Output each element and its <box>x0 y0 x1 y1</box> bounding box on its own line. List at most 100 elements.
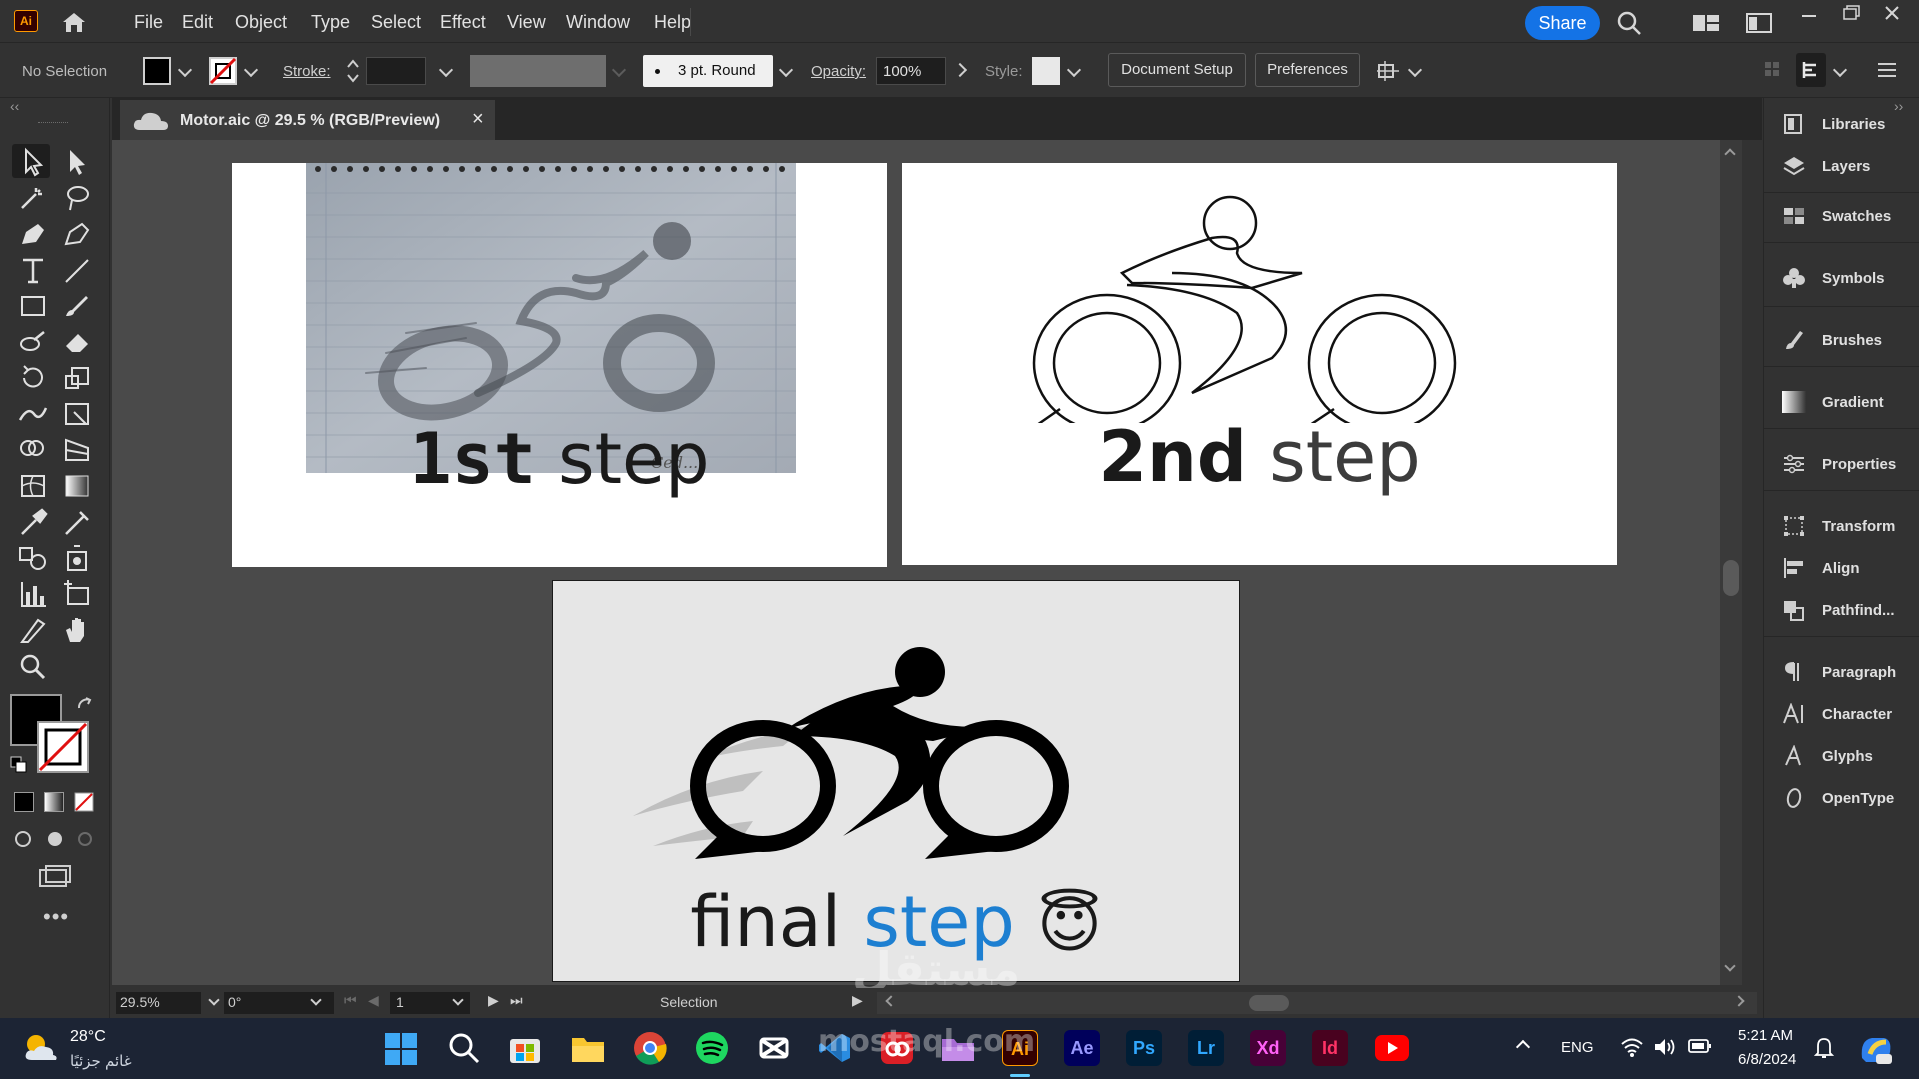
panel-transform[interactable]: Transform <box>1782 512 1914 542</box>
previous-artboard-icon[interactable]: ◀ <box>368 992 379 1009</box>
stroke-weight-dropdown-icon[interactable] <box>438 62 454 78</box>
shaper-tool-icon[interactable] <box>16 326 50 358</box>
eyedropper-tool-icon[interactable] <box>16 506 50 538</box>
paintbrush-tool-icon[interactable] <box>60 290 94 322</box>
panel-gradient[interactable]: Gradient <box>1782 388 1914 418</box>
style-dropdown-icon[interactable] <box>1066 62 1082 78</box>
photoshop-icon[interactable]: Ps <box>1126 1030 1162 1066</box>
align-grid-icon[interactable] <box>1764 61 1780 77</box>
clock-date[interactable]: 6/8/2024 <box>1738 1051 1796 1068</box>
horizontal-scrollbar[interactable] <box>877 992 1757 1014</box>
opacity-arrow-icon[interactable] <box>952 62 968 78</box>
color-mode-icon[interactable] <box>14 792 34 812</box>
hand-tool-icon[interactable] <box>60 614 94 646</box>
show-hidden-icons-icon[interactable] <box>1515 1039 1531 1055</box>
symbol-sprayer-tool-icon[interactable] <box>60 542 94 574</box>
artboard-second-step[interactable]: 2nd step <box>902 163 1617 565</box>
panel-opentype[interactable]: OpenType <box>1782 784 1914 814</box>
wifi-icon[interactable] <box>1620 1036 1644 1058</box>
chrome-icon[interactable] <box>633 1031 667 1065</box>
collapse-tools-icon[interactable]: ‹‹ <box>10 98 19 114</box>
xd-icon[interactable]: Xd <box>1250 1030 1286 1066</box>
width-tool-icon[interactable] <box>16 398 50 430</box>
zoom-dropdown-icon[interactable] <box>208 994 220 1006</box>
menu-edit[interactable]: Edit <box>182 12 213 33</box>
blend-tool-icon[interactable] <box>16 542 50 574</box>
arrange-dropdown-icon[interactable] <box>1407 62 1423 78</box>
panel-align[interactable]: Align <box>1782 554 1914 584</box>
panel-menu-icon[interactable] <box>1877 61 1897 79</box>
type-tool-icon[interactable] <box>16 254 50 286</box>
menu-type[interactable]: Type <box>311 12 350 33</box>
spotify-icon[interactable] <box>695 1031 729 1065</box>
copilot-icon[interactable] <box>1858 1032 1894 1066</box>
vertical-scrollbar[interactable] <box>1720 140 1742 985</box>
stroke-swatch-large[interactable] <box>36 720 90 774</box>
stroke-color-swatch[interactable] <box>209 57 237 85</box>
scroll-left-icon[interactable] <box>885 995 897 1007</box>
artboard-first-step[interactable]: Ced... 1st step <box>232 163 887 567</box>
stroke-dropdown-icon[interactable] <box>243 62 259 78</box>
panel-glyphs[interactable]: Glyphs <box>1782 742 1914 772</box>
panel-paragraph[interactable]: Paragraph <box>1782 658 1914 688</box>
zoom-field[interactable]: 29.5% <box>116 992 201 1014</box>
horizontal-scroll-thumb[interactable] <box>1249 995 1289 1011</box>
restore-icon[interactable] <box>1843 5 1861 21</box>
close-window-icon[interactable] <box>1884 5 1900 21</box>
draw-modes-icon[interactable] <box>12 828 100 850</box>
panel-character[interactable]: Character <box>1782 700 1914 730</box>
slice-tool-icon[interactable] <box>16 614 50 646</box>
document-setup-button[interactable]: Document Setup <box>1108 53 1246 87</box>
menu-object[interactable]: Object <box>235 12 287 33</box>
clock-time[interactable]: 5:21 AM <box>1738 1027 1793 1044</box>
arrange-documents-icon[interactable] <box>1692 12 1720 34</box>
shape-builder-tool-icon[interactable] <box>16 434 50 466</box>
brush-dropdown-icon[interactable] <box>778 62 794 78</box>
brush-definition-field[interactable]: 3 pt. Round <box>643 55 773 87</box>
gradient-tool-icon[interactable] <box>60 470 94 502</box>
panel-properties[interactable]: Properties <box>1782 450 1914 480</box>
battery-icon[interactable] <box>1688 1038 1712 1054</box>
status-menu-icon[interactable]: ▶ <box>852 992 863 1009</box>
default-fill-stroke-icon[interactable] <box>10 756 28 774</box>
gradient-mode-icon[interactable] <box>44 792 64 812</box>
next-artboard-icon[interactable]: ▶ <box>488 992 499 1009</box>
arrange-icon[interactable] <box>1375 59 1401 83</box>
scale-tool-icon[interactable] <box>60 362 94 394</box>
scroll-right-icon[interactable] <box>1733 995 1745 1007</box>
capcut-icon[interactable] <box>757 1031 791 1065</box>
panel-brushes[interactable]: Brushes <box>1782 326 1914 356</box>
share-button[interactable]: Share <box>1525 6 1600 40</box>
selection-tool-icon[interactable] <box>16 146 50 178</box>
lasso-tool-icon[interactable] <box>60 182 94 214</box>
rotate-tool-icon[interactable] <box>16 362 50 394</box>
fill-dropdown-icon[interactable] <box>177 62 193 78</box>
measure-tool-icon[interactable] <box>60 506 94 538</box>
document-tab[interactable]: Motor.aic @ 29.5 % (RGB/Preview) × <box>120 100 495 140</box>
language-indicator[interactable]: ENG <box>1561 1039 1594 1056</box>
column-graph-tool-icon[interactable] <box>16 578 50 610</box>
panel-layers[interactable]: Layers <box>1782 152 1914 182</box>
search-icon[interactable] <box>1616 10 1642 36</box>
free-transform-tool-icon[interactable] <box>60 398 94 430</box>
direct-selection-tool-icon[interactable] <box>60 146 94 178</box>
profile-dropdown-icon[interactable] <box>611 62 627 78</box>
zoom-tool-icon[interactable] <box>16 650 50 682</box>
close-tab-icon[interactable]: × <box>472 108 484 131</box>
taskbar-search-icon[interactable] <box>448 1032 480 1064</box>
pen-tool-icon[interactable] <box>16 218 50 250</box>
volume-icon[interactable] <box>1653 1036 1677 1058</box>
screen-mode-icon[interactable] <box>38 864 72 890</box>
preferences-button[interactable]: Preferences <box>1255 53 1360 87</box>
menu-help[interactable]: Help <box>654 12 691 33</box>
magic-wand-tool-icon[interactable] <box>16 182 50 214</box>
file-explorer-icon[interactable] <box>570 1032 606 1064</box>
stroke-weight-input[interactable] <box>366 57 426 85</box>
notifications-bell-icon[interactable] <box>1814 1036 1834 1060</box>
microsoft-store-icon[interactable] <box>508 1031 542 1065</box>
properties-dropdown-icon[interactable] <box>1832 62 1848 78</box>
artboard-final-step[interactable]: final step 😇 <box>552 580 1240 982</box>
menu-select[interactable]: Select <box>371 12 421 33</box>
last-artboard-icon[interactable]: ⏭ <box>510 992 523 1009</box>
workspace-switcher-icon[interactable] <box>1746 12 1772 34</box>
